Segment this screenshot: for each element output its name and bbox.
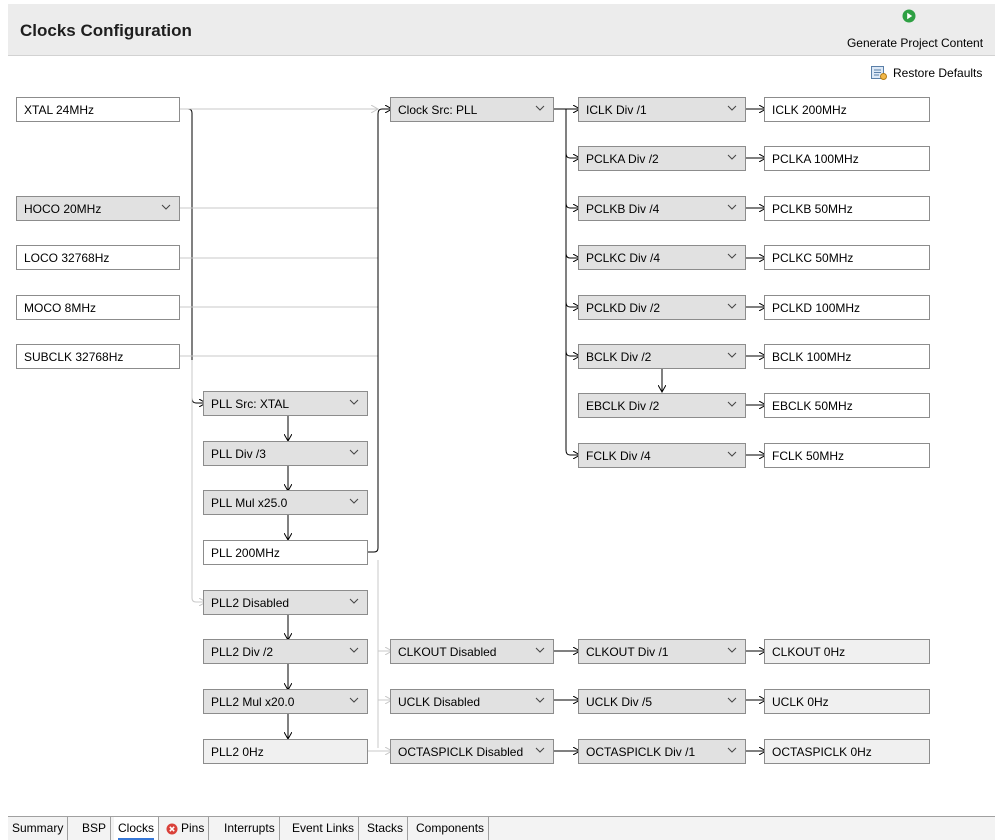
- pll2-mul-value: PLL2 Mul x20.0: [211, 695, 295, 709]
- pclkb-div-value: PCLKB Div /4: [586, 202, 660, 216]
- chevron-down-icon: [349, 449, 359, 455]
- hoco-select[interactable]: HOCO 20MHz: [16, 196, 180, 221]
- pll-mul-value: PLL Mul x25.0: [211, 496, 288, 510]
- chevron-down-icon: [349, 647, 359, 653]
- octaspiclk-output: OCTASPICLK 0Hz: [764, 739, 930, 764]
- tab-clocks[interactable]: Clocks: [114, 817, 160, 840]
- clock-src-select[interactable]: Clock Src: PLL: [390, 97, 554, 122]
- pll-mul-select[interactable]: PLL Mul x25.0: [203, 490, 368, 515]
- subclk-output: SUBCLK 32768Hz: [16, 344, 180, 369]
- pll-src-value: PLL Src: XTAL: [211, 397, 290, 411]
- xtal-output: XTAL 24MHz: [16, 97, 180, 122]
- chevron-down-icon: [727, 352, 737, 358]
- fclk-div-value: FCLK Div /4: [586, 449, 651, 463]
- hoco-select-value: HOCO 20MHz: [24, 202, 102, 216]
- chevron-down-icon: [727, 154, 737, 160]
- pll2-div-select[interactable]: PLL2 Div /2: [203, 639, 368, 664]
- bclk-output: BCLK 100MHz: [764, 344, 930, 369]
- iclk-div-select[interactable]: ICLK Div /1: [578, 97, 746, 122]
- pclkd-div-select[interactable]: PCLKD Div /2: [578, 295, 746, 320]
- chevron-down-icon: [535, 647, 545, 653]
- chevron-down-icon: [161, 204, 171, 210]
- editor-tab-bar: Summary BSP Clocks Pins Interrupts Event…: [8, 816, 995, 840]
- chevron-down-icon: [349, 697, 359, 703]
- error-icon: [166, 823, 178, 835]
- chevron-down-icon: [349, 399, 359, 405]
- octaspiclk-div-select[interactable]: OCTASPICLK Div /1: [578, 739, 746, 764]
- pll-output: PLL 200MHz: [203, 540, 368, 565]
- tab-summary[interactable]: Summary: [8, 817, 69, 840]
- chevron-down-icon: [535, 105, 545, 111]
- tab-event-links[interactable]: Event Links: [288, 817, 360, 840]
- tab-components[interactable]: Components: [412, 817, 490, 840]
- uclk-src-value: UCLK Disabled: [398, 695, 481, 709]
- pclkc-div-select[interactable]: PCLKC Div /4: [578, 245, 746, 270]
- tab-pins[interactable]: Pins: [162, 817, 210, 840]
- iclk-div-value: ICLK Div /1: [586, 103, 647, 117]
- chevron-down-icon: [727, 253, 737, 259]
- pll2-output: PLL2 0Hz: [203, 739, 368, 764]
- ebclk-output: EBCLK 50MHz: [764, 393, 930, 418]
- chevron-down-icon: [727, 647, 737, 653]
- chevron-down-icon: [727, 747, 737, 753]
- chevron-down-icon: [349, 498, 359, 504]
- moco-output: MOCO 8MHz: [16, 295, 180, 320]
- clkout-src-select[interactable]: CLKOUT Disabled: [390, 639, 554, 664]
- uclk-div-value: UCLK Div /5: [586, 695, 653, 709]
- bclk-div-value: BCLK Div /2: [586, 350, 652, 364]
- uclk-output: UCLK 0Hz: [764, 689, 930, 714]
- fclk-output: FCLK 50MHz: [764, 443, 930, 468]
- loco-output: LOCO 32768Hz: [16, 245, 180, 270]
- tab-stacks[interactable]: Stacks: [363, 817, 409, 840]
- pclkc-output: PCLKC 50MHz: [764, 245, 930, 270]
- pclkd-div-value: PCLKD Div /2: [586, 301, 661, 315]
- iclk-output: ICLK 200MHz: [764, 97, 930, 122]
- bclk-div-select[interactable]: BCLK Div /2: [578, 344, 746, 369]
- clkout-div-select[interactable]: CLKOUT Div /1: [578, 639, 746, 664]
- uclk-div-select[interactable]: UCLK Div /5: [578, 689, 746, 714]
- chevron-down-icon: [349, 598, 359, 604]
- octaspiclk-div-value: OCTASPICLK Div /1: [586, 745, 696, 759]
- pclkb-output: PCLKB 50MHz: [764, 196, 930, 221]
- pclka-div-select[interactable]: PCLKA Div /2: [578, 146, 746, 171]
- clkout-output: CLKOUT 0Hz: [764, 639, 930, 664]
- ebclk-div-select[interactable]: EBCLK Div /2: [578, 393, 746, 418]
- ebclk-div-value: EBCLK Div /2: [586, 399, 660, 413]
- octaspiclk-src-select[interactable]: OCTASPICLK Disabled: [390, 739, 554, 764]
- chevron-down-icon: [727, 697, 737, 703]
- chevron-down-icon: [727, 303, 737, 309]
- uclk-src-select[interactable]: UCLK Disabled: [390, 689, 554, 714]
- octaspiclk-src-value: OCTASPICLK Disabled: [398, 745, 524, 759]
- chevron-down-icon: [727, 204, 737, 210]
- clkout-div-value: CLKOUT Div /1: [586, 645, 669, 659]
- fclk-div-select[interactable]: FCLK Div /4: [578, 443, 746, 468]
- pclka-output: PCLKA 100MHz: [764, 146, 930, 171]
- tab-bsp[interactable]: BSP: [78, 817, 112, 840]
- pll-src-select[interactable]: PLL Src: XTAL: [203, 391, 368, 416]
- tab-pins-label: Pins: [181, 821, 205, 835]
- chevron-down-icon: [535, 697, 545, 703]
- pclkb-div-select[interactable]: PCLKB Div /4: [578, 196, 746, 221]
- chevron-down-icon: [727, 451, 737, 457]
- pll2-mul-select[interactable]: PLL2 Mul x20.0: [203, 689, 368, 714]
- pll-div-select[interactable]: PLL Div /3: [203, 441, 368, 466]
- clock-src-value: Clock Src: PLL: [398, 103, 478, 117]
- pll2-div-value: PLL2 Div /2: [211, 645, 274, 659]
- pclka-div-value: PCLKA Div /2: [586, 152, 659, 166]
- chevron-down-icon: [535, 747, 545, 753]
- pll2-src-select[interactable]: PLL2 Disabled: [203, 590, 368, 615]
- clkout-src-value: CLKOUT Disabled: [398, 645, 497, 659]
- pclkd-output: PCLKD 100MHz: [764, 295, 930, 320]
- tab-interrupts[interactable]: Interrupts: [220, 817, 280, 840]
- pclkc-div-value: PCLKC Div /4: [586, 251, 661, 265]
- chevron-down-icon: [727, 401, 737, 407]
- tab-clocks-label: Clocks: [118, 821, 155, 835]
- pll-div-value: PLL Div /3: [211, 447, 266, 461]
- pll2-src-value: PLL2 Disabled: [211, 596, 290, 610]
- chevron-down-icon: [727, 105, 737, 111]
